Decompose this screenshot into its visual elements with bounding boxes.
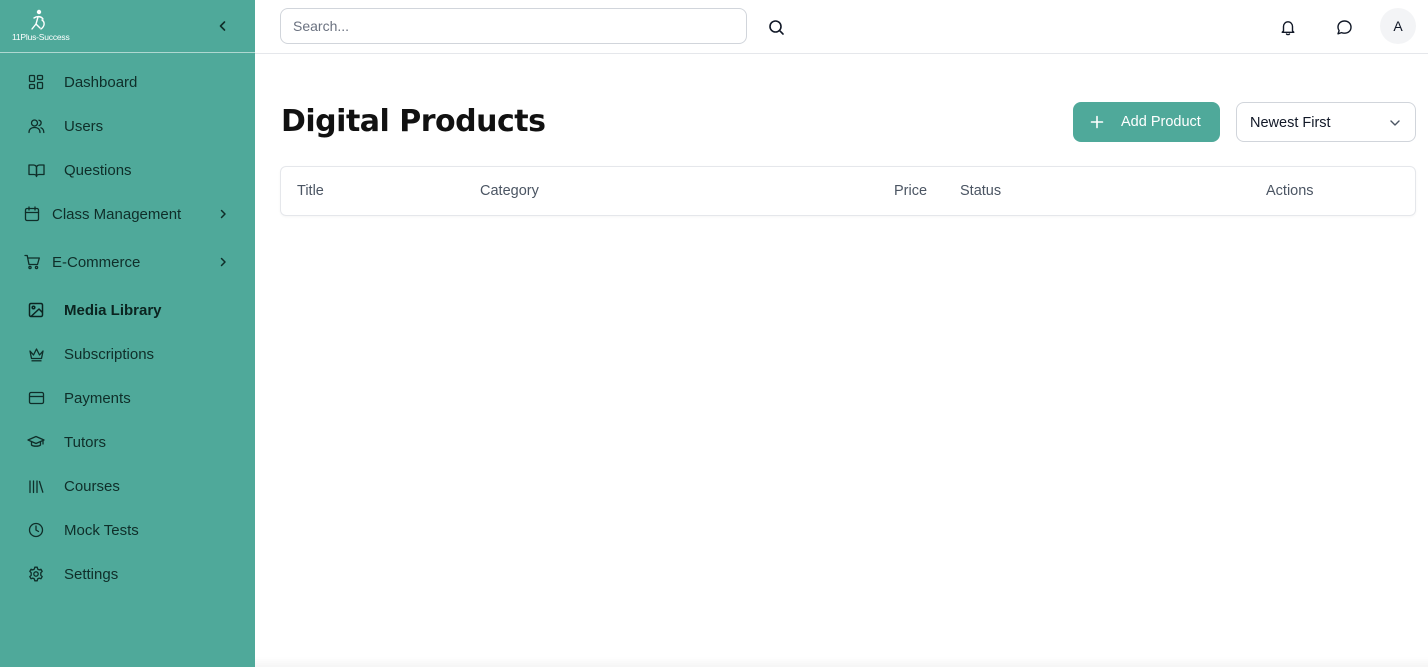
crown-icon [26, 344, 46, 364]
chevron-left-icon [219, 21, 226, 31]
products-table: Title Category Price Status Actions [280, 166, 1416, 216]
top-bar: A [255, 0, 1428, 54]
sidebar-item-label: Mock Tests [64, 521, 139, 539]
dashboard-grid-icon [26, 72, 46, 92]
sort-select[interactable]: Newest First [1236, 102, 1416, 142]
column-header-status[interactable]: Status [960, 183, 1001, 199]
graduation-cap-icon [26, 432, 46, 452]
sidebar-item-label: E-Commerce [52, 253, 141, 271]
message-circle-icon [1336, 19, 1352, 34]
brand-header: 11Plus-Success [0, 0, 255, 53]
sidebar-item-dashboard[interactable]: Dashboard [0, 62, 255, 102]
sidebar-item-media-library[interactable]: Media Library [0, 290, 255, 330]
sidebar-item-settings[interactable]: Settings [0, 554, 255, 594]
sort-selected-value: Newest First [1250, 115, 1331, 131]
chevron-right-icon [214, 253, 232, 271]
plus-icon [1090, 115, 1104, 129]
collapse-sidebar-button[interactable] [213, 16, 233, 36]
notifications-button[interactable] [1276, 15, 1300, 39]
logo-text: 11Plus-Success [12, 32, 70, 42]
library-icon [26, 476, 46, 496]
search-icon [768, 19, 784, 35]
sidebar-item-label: Users [64, 117, 104, 135]
logo[interactable]: 11Plus-Success [10, 8, 80, 44]
sidebar-item-label: Class Management [52, 205, 182, 223]
chevron-right-icon [214, 205, 232, 223]
search-input[interactable] [280, 8, 747, 44]
bell-icon [1281, 20, 1295, 35]
search-button[interactable] [764, 15, 788, 39]
cart-icon [22, 252, 42, 272]
image-icon [26, 300, 46, 320]
sidebar-item-label: Questions [64, 161, 132, 179]
column-header-category[interactable]: Category [480, 183, 539, 199]
sidebar-item-tutors[interactable]: Tutors [0, 422, 255, 462]
sidebar-item-label: Courses [64, 477, 120, 495]
column-header-actions[interactable]: Actions [1266, 183, 1314, 199]
sidebar-item-label: Media Library [64, 301, 162, 319]
add-product-label: Add Product [1121, 114, 1201, 130]
page-title: Digital Products [281, 104, 546, 139]
sidebar-item-e-commerce[interactable]: E-Commerce [0, 242, 255, 282]
sidebar-item-payments[interactable]: Payments [0, 378, 255, 418]
credit-card-icon [26, 388, 46, 408]
sidebar: 11Plus-Success Dashboard Users Questions… [0, 0, 255, 667]
clock-icon [26, 520, 46, 540]
sidebar-item-label: Tutors [64, 433, 106, 451]
column-header-title[interactable]: Title [297, 183, 324, 199]
app-root: 11Plus-Success Dashboard Users Questions… [0, 0, 1428, 667]
sidebar-item-label: Dashboard [64, 73, 138, 91]
sidebar-item-subscriptions[interactable]: Subscriptions [0, 334, 255, 374]
messages-button[interactable] [1332, 15, 1356, 39]
sidebar-item-questions[interactable]: Questions [0, 150, 255, 190]
sidebar-item-label: Subscriptions [64, 345, 155, 363]
gear-icon [26, 564, 46, 584]
runner-logo-icon [31, 9, 45, 30]
chevron-down-icon [1390, 120, 1400, 126]
column-header-price[interactable]: Price [894, 183, 927, 199]
add-product-button[interactable]: Add Product [1073, 102, 1220, 142]
sidebar-item-courses[interactable]: Courses [0, 466, 255, 506]
content-bottom-shadow [255, 657, 1428, 667]
calendar-icon [22, 204, 42, 224]
sidebar-item-users[interactable]: Users [0, 106, 255, 146]
users-icon [26, 116, 46, 136]
book-open-icon [26, 160, 46, 180]
avatar[interactable]: A [1380, 8, 1416, 44]
sidebar-item-label: Payments [64, 389, 131, 407]
sidebar-item-mock-tests[interactable]: Mock Tests [0, 510, 255, 550]
sidebar-item-label: Settings [64, 565, 119, 583]
sidebar-item-class-management[interactable]: Class Management [0, 194, 255, 234]
